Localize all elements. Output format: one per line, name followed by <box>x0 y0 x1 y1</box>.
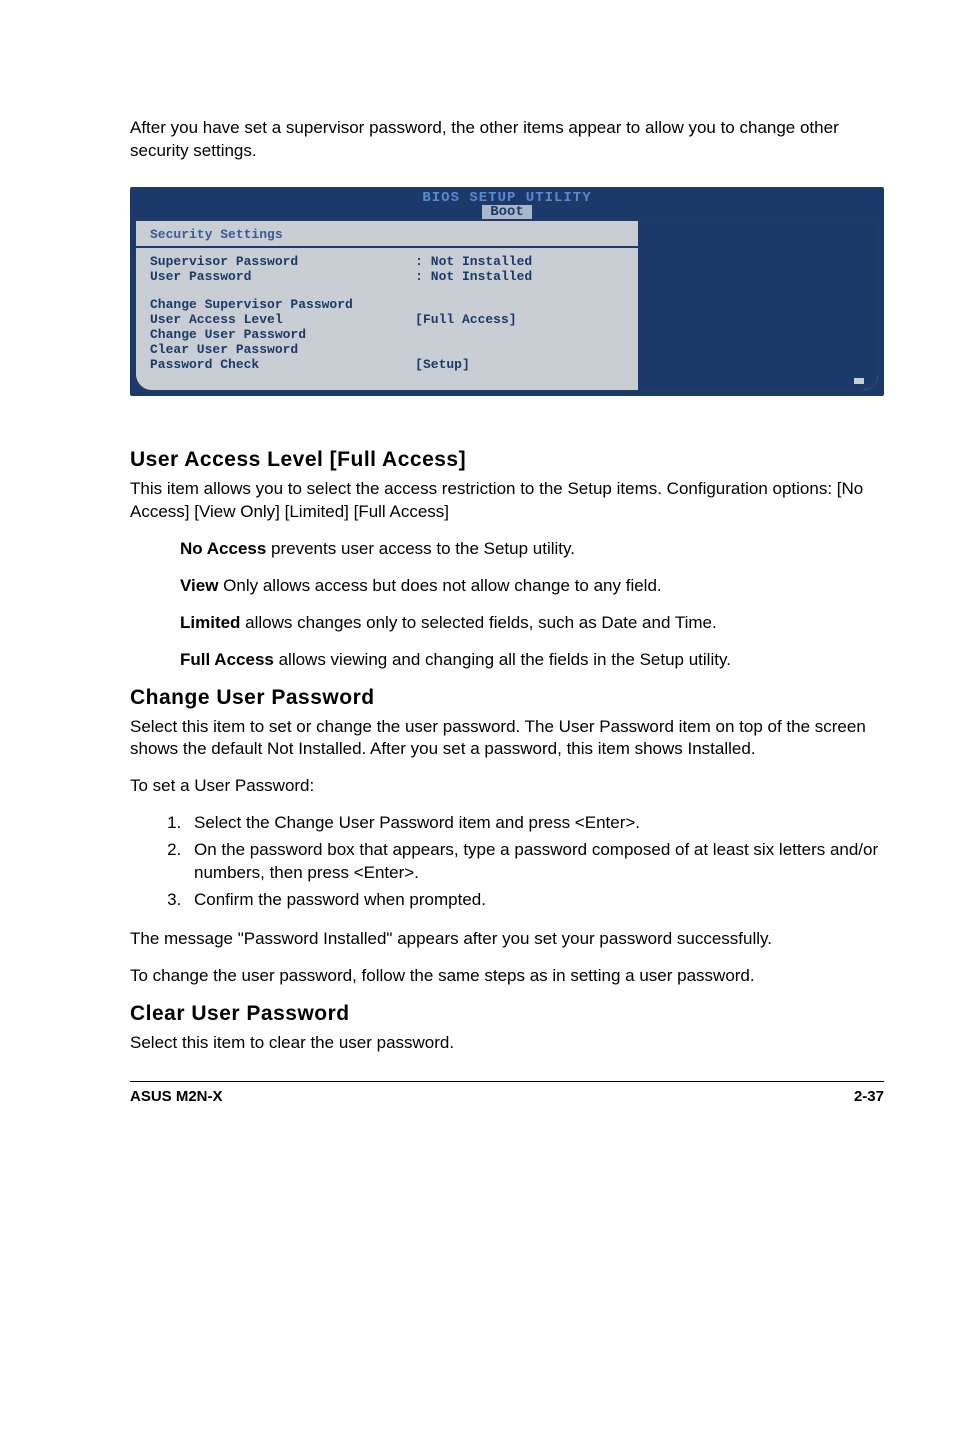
clup-p1: Select this item to clear the user passw… <box>130 1032 884 1055</box>
cup-steps: Select the Change User Password item and… <box>130 812 884 912</box>
heading-user-access-level: User Access Level [Full Access] <box>130 448 884 472</box>
cup-step-1: Select the Change User Password item and… <box>186 812 884 835</box>
cup-p3: The message "Password Installed" appears… <box>130 928 884 951</box>
bios-left-pane: Security Settings Supervisor Password : … <box>136 221 641 390</box>
ual-no-access-text: prevents user access to the Setup utilit… <box>266 539 575 558</box>
bios-ual-value: [Full Access] <box>415 312 623 327</box>
bios-clear-user: Clear User Password <box>150 342 624 357</box>
ual-limited-bold: Limited <box>180 613 240 632</box>
ual-full: Full Access allows viewing and changing … <box>180 649 884 672</box>
bios-change-user: Change User Password <box>150 327 624 342</box>
bios-tab-boot: Boot <box>482 205 532 219</box>
bios-sup-value: : Not Installed <box>415 254 623 269</box>
bios-user-label: User Password <box>150 269 415 284</box>
bios-section-heading: Security Settings <box>150 227 624 242</box>
bios-sup-label: Supervisor Password <box>150 254 415 269</box>
heading-clear-user-password: Clear User Password <box>130 1002 884 1026</box>
cup-p1: Select this item to set or change the us… <box>130 716 884 762</box>
cup-p4: To change the user password, follow the … <box>130 965 884 988</box>
cup-step-2: On the password box that appears, type a… <box>186 839 884 885</box>
ual-no-access: No Access prevents user access to the Se… <box>180 538 884 561</box>
bios-divider <box>136 246 638 248</box>
bios-user-value: : Not Installed <box>415 269 623 284</box>
bios-pc-label: Password Check <box>150 357 415 372</box>
footer-page-number: 2-37 <box>854 1088 884 1105</box>
ual-view-text: Only allows access but does not allow ch… <box>218 576 661 595</box>
cup-step-3: Confirm the password when prompted. <box>186 889 884 912</box>
bios-utility-panel: BIOS SETUP UTILITY Boot Security Setting… <box>130 187 884 396</box>
heading-change-user-password: Change User Password <box>130 686 884 710</box>
ual-full-text: allows viewing and changing all the fiel… <box>274 650 731 669</box>
ual-full-bold: Full Access <box>180 650 274 669</box>
bios-ual-label: User Access Level <box>150 312 415 327</box>
footer-product: ASUS M2N-X <box>130 1088 223 1105</box>
bios-scroll-indicator <box>854 378 864 384</box>
bios-change-supervisor: Change Supervisor Password <box>150 297 624 312</box>
footer-rule <box>130 1081 884 1082</box>
ual-description: This item allows you to select the acces… <box>130 478 884 524</box>
ual-limited: Limited allows changes only to selected … <box>180 612 884 635</box>
ual-view: View Only allows access but does not all… <box>180 575 884 598</box>
ual-limited-text: allows changes only to selected fields, … <box>240 613 716 632</box>
ual-no-access-bold: No Access <box>180 539 266 558</box>
ual-view-bold: View <box>180 576 218 595</box>
intro-paragraph: After you have set a supervisor password… <box>130 117 884 163</box>
bios-right-pane <box>641 221 878 390</box>
cup-p2: To set a User Password: <box>130 775 884 798</box>
bios-pc-value: [Setup] <box>415 357 623 372</box>
